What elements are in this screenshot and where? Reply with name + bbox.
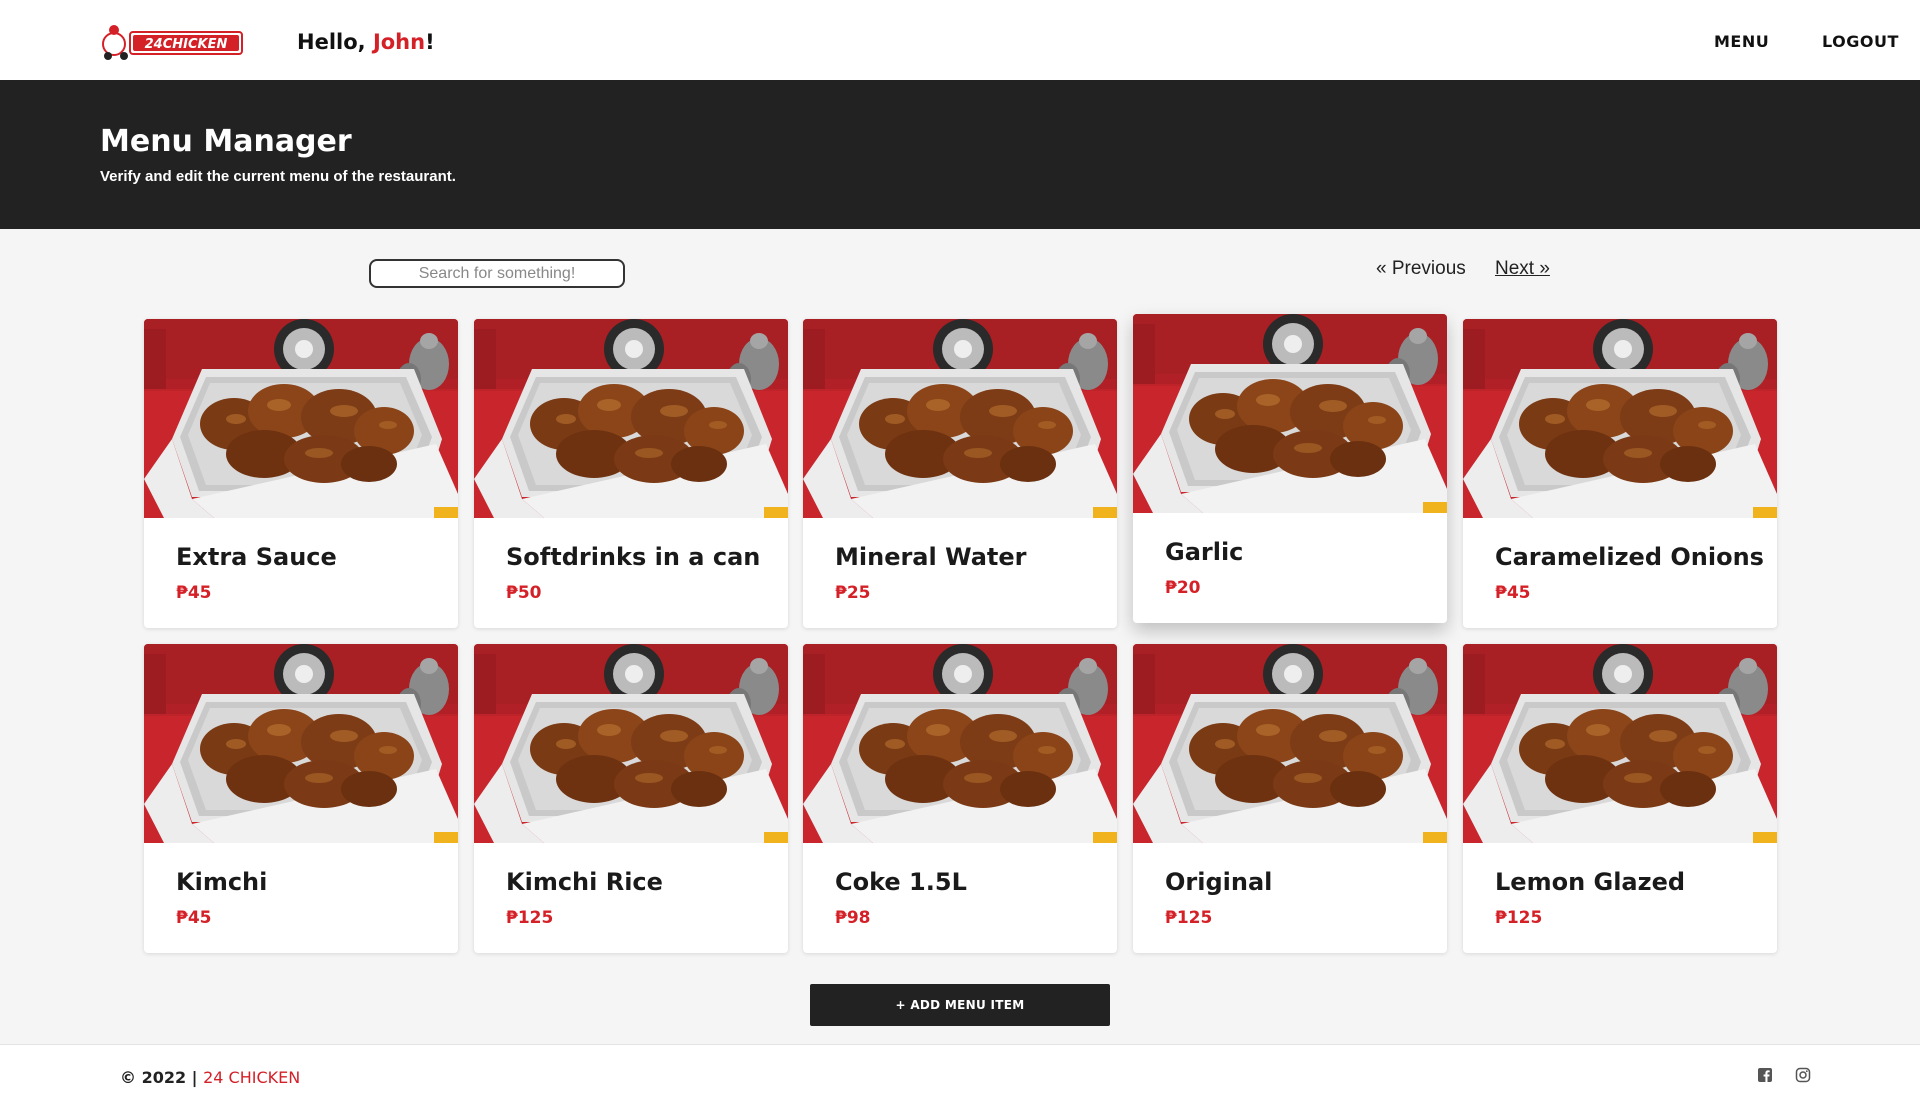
brand-logo[interactable]: 24CHICKEN: [100, 16, 248, 62]
greeting-suffix: !: [425, 30, 435, 54]
item-name: Mineral Water: [835, 543, 1027, 571]
item-price: ₱45: [1495, 583, 1531, 603]
greeting-prefix: Hello,: [297, 30, 373, 54]
page-footer: © 2022 | 24 CHICKEN: [0, 1044, 1920, 1106]
search-input[interactable]: [369, 259, 625, 288]
instagram-icon[interactable]: [1795, 1067, 1811, 1083]
page-banner: Menu Manager Verify and edit the current…: [0, 80, 1920, 229]
food-photo: [1463, 319, 1777, 518]
food-photo: [474, 319, 788, 518]
food-photo: [144, 644, 458, 843]
menu-card[interactable]: Original ₱125: [1133, 644, 1447, 953]
item-price: ₱20: [1165, 578, 1201, 598]
food-photo: [1463, 644, 1777, 843]
food-photo: [474, 644, 788, 843]
copyright-text: © 2022 |: [120, 1068, 204, 1087]
food-photo: [1133, 314, 1447, 513]
item-price: ₱125: [1495, 908, 1543, 928]
logo-text: 24CHICKEN: [145, 37, 228, 52]
item-name: Garlic: [1165, 538, 1244, 566]
item-price: ₱25: [835, 583, 871, 603]
greeting: Hello, John!: [297, 30, 435, 54]
item-name: Original: [1165, 868, 1273, 896]
item-price: ₱125: [1165, 908, 1213, 928]
item-name: Caramelized Onions: [1495, 543, 1764, 571]
user-name: John: [372, 30, 426, 54]
menu-card[interactable]: Lemon Glazed ₱125: [1463, 644, 1777, 953]
item-price: ₱50: [506, 583, 542, 603]
menu-card[interactable]: Caramelized Onions ₱45: [1463, 319, 1777, 628]
nav-logout-link[interactable]: LOGOUT: [1822, 32, 1899, 51]
facebook-icon[interactable]: [1757, 1067, 1773, 1083]
page-subtitle: Verify and edit the current menu of the …: [100, 168, 456, 185]
menu-card[interactable]: Coke 1.5L ₱98: [803, 644, 1117, 953]
menu-card[interactable]: Extra Sauce ₱45: [144, 319, 458, 628]
item-name: Coke 1.5L: [835, 868, 967, 896]
footer-brand: 24 CHICKEN: [203, 1068, 301, 1087]
menu-card[interactable]: Kimchi Rice ₱125: [474, 644, 788, 953]
item-price: ₱45: [176, 908, 212, 928]
item-price: ₱125: [506, 908, 554, 928]
top-navbar: 24CHICKEN Hello, John! MENU LOGOUT: [0, 0, 1920, 80]
food-photo: [144, 319, 458, 518]
next-page-link[interactable]: Next »: [1495, 258, 1550, 280]
item-price: ₱98: [835, 908, 871, 928]
menu-card[interactable]: Kimchi ₱45: [144, 644, 458, 953]
item-name: Kimchi Rice: [506, 868, 663, 896]
item-name: Softdrinks in a can: [506, 543, 761, 571]
item-name: Extra Sauce: [176, 543, 337, 571]
add-menu-item-button[interactable]: + ADD MENU ITEM: [810, 984, 1110, 1026]
menu-card[interactable]: Garlic ₱20: [1133, 314, 1447, 623]
food-photo: [803, 319, 1117, 518]
item-price: ₱45: [176, 583, 212, 603]
item-name: Kimchi: [176, 868, 268, 896]
item-name: Lemon Glazed: [1495, 868, 1686, 896]
nav-menu-link[interactable]: MENU: [1714, 32, 1769, 51]
food-photo: [1133, 644, 1447, 843]
food-photo: [803, 644, 1117, 843]
copyright: © 2022 | 24 CHICKEN: [120, 1068, 300, 1087]
menu-card[interactable]: Softdrinks in a can ₱50: [474, 319, 788, 628]
page-title: Menu Manager: [100, 124, 352, 159]
previous-page-link[interactable]: « Previous: [1376, 258, 1466, 280]
menu-card[interactable]: Mineral Water ₱25: [803, 319, 1117, 628]
